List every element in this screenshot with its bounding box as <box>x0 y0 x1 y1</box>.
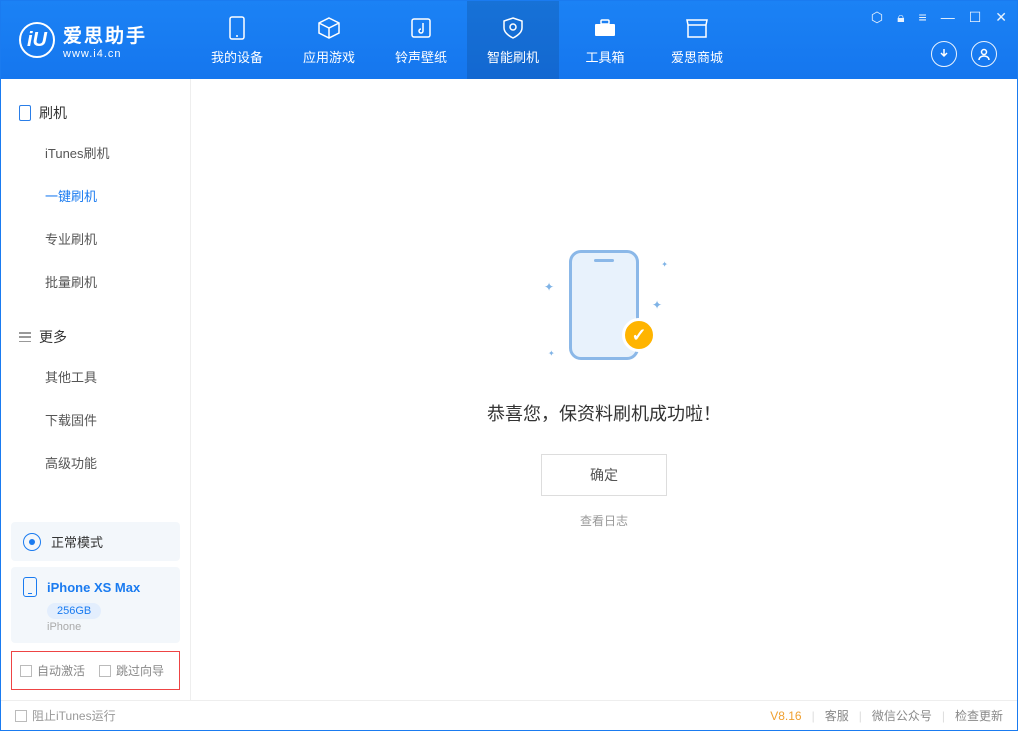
header-circle-buttons <box>931 41 997 67</box>
footer-link-wechat[interactable]: 微信公众号 <box>872 707 932 724</box>
maximize-icon[interactable]: ☐ <box>969 9 982 26</box>
sidebar-item-pro-flash[interactable]: 专业刷机 <box>1 217 190 260</box>
checkbox-auto-activate[interactable]: 自动激活 <box>20 662 85 679</box>
shield-icon <box>500 15 526 41</box>
nav-tabs: 我的设备 应用游戏 铃声壁纸 智能刷机 工具箱 爱思商城 <box>191 1 743 79</box>
sidebar-item-advanced[interactable]: 高级功能 <box>1 441 190 484</box>
checkbox-block-itunes[interactable]: 阻止iTunes运行 <box>15 707 116 724</box>
sidebar-item-other-tools[interactable]: 其他工具 <box>1 355 190 398</box>
user-button[interactable] <box>971 41 997 67</box>
checkbox-icon <box>20 665 32 677</box>
main-content: ✦✦ ✦✦ ✓ 恭喜您，保资料刷机成功啦！ 确定 查看日志 <box>191 79 1017 700</box>
version-label: V8.16 <box>770 709 801 723</box>
app-url: www.i4.cn <box>63 48 147 60</box>
nav-tab-apps[interactable]: 应用游戏 <box>283 1 375 79</box>
minimize-icon[interactable]: — <box>941 9 955 26</box>
ok-button[interactable]: 确定 <box>541 454 667 496</box>
footer-link-update[interactable]: 检查更新 <box>955 707 1003 724</box>
logo-area: iU 爱思助手 www.i4.cn <box>1 21 191 60</box>
toolbox-icon <box>592 15 618 41</box>
logo-icon: iU <box>19 22 55 58</box>
checkmark-badge-icon: ✓ <box>622 318 656 352</box>
phone-icon <box>23 577 37 597</box>
nav-tab-my-device[interactable]: 我的设备 <box>191 1 283 79</box>
device-name: iPhone XS Max <box>47 580 140 595</box>
nav-tab-flash[interactable]: 智能刷机 <box>467 1 559 79</box>
close-icon[interactable]: ✕ <box>995 9 1007 26</box>
download-button[interactable] <box>931 41 957 67</box>
sidebar-item-oneclick-flash[interactable]: 一键刷机 <box>1 174 190 217</box>
footer-link-support[interactable]: 客服 <box>825 707 849 724</box>
nav-tab-toolbox[interactable]: 工具箱 <box>559 1 651 79</box>
mode-label: 正常模式 <box>51 532 103 551</box>
phone-outline-icon <box>19 105 31 121</box>
shirt-icon[interactable]: ⬡ <box>871 9 883 26</box>
window-controls: ⬡ 🔒︎ ≡ — ☐ ✕ <box>871 9 1007 26</box>
sidebar-item-download-firmware[interactable]: 下载固件 <box>1 398 190 441</box>
store-icon <box>684 15 710 41</box>
sidebar: 刷机 iTunes刷机 一键刷机 专业刷机 批量刷机 更多 其他工具 下载固件 … <box>1 79 191 700</box>
menu-icon[interactable]: ≡ <box>919 9 927 26</box>
checkbox-row: 自动激活 跳过向导 <box>11 651 180 690</box>
device-icon <box>224 15 250 41</box>
sidebar-item-itunes-flash[interactable]: iTunes刷机 <box>1 131 190 174</box>
sidebar-section-more: 更多 <box>1 319 190 355</box>
sidebar-item-batch-flash[interactable]: 批量刷机 <box>1 260 190 303</box>
success-illustration: ✦✦ ✦✦ ✓ <box>544 250 664 370</box>
device-box[interactable]: iPhone XS Max 256GB iPhone <box>11 567 180 643</box>
view-log-link[interactable]: 查看日志 <box>580 512 628 529</box>
header: iU 爱思助手 www.i4.cn 我的设备 应用游戏 铃声壁纸 智能刷机 工具… <box>1 1 1017 79</box>
success-message: 恭喜您，保资料刷机成功啦！ <box>487 400 721 426</box>
app-name: 爱思助手 <box>63 21 147 48</box>
sidebar-section-flash: 刷机 <box>1 95 190 131</box>
device-capacity: 256GB <box>47 603 101 619</box>
music-icon <box>408 15 434 41</box>
mode-dot-icon <box>23 533 41 551</box>
checkbox-icon <box>15 710 27 722</box>
cube-icon <box>316 15 342 41</box>
device-type: iPhone <box>47 621 168 633</box>
list-icon <box>19 332 31 342</box>
lock-icon[interactable]: 🔒︎ <box>897 9 904 26</box>
checkbox-icon <box>99 665 111 677</box>
nav-tab-ringtones[interactable]: 铃声壁纸 <box>375 1 467 79</box>
checkbox-skip-guide[interactable]: 跳过向导 <box>99 662 164 679</box>
footer: 阻止iTunes运行 V8.16 | 客服 | 微信公众号 | 检查更新 <box>1 700 1017 730</box>
mode-box[interactable]: 正常模式 <box>11 522 180 561</box>
nav-tab-store[interactable]: 爱思商城 <box>651 1 743 79</box>
